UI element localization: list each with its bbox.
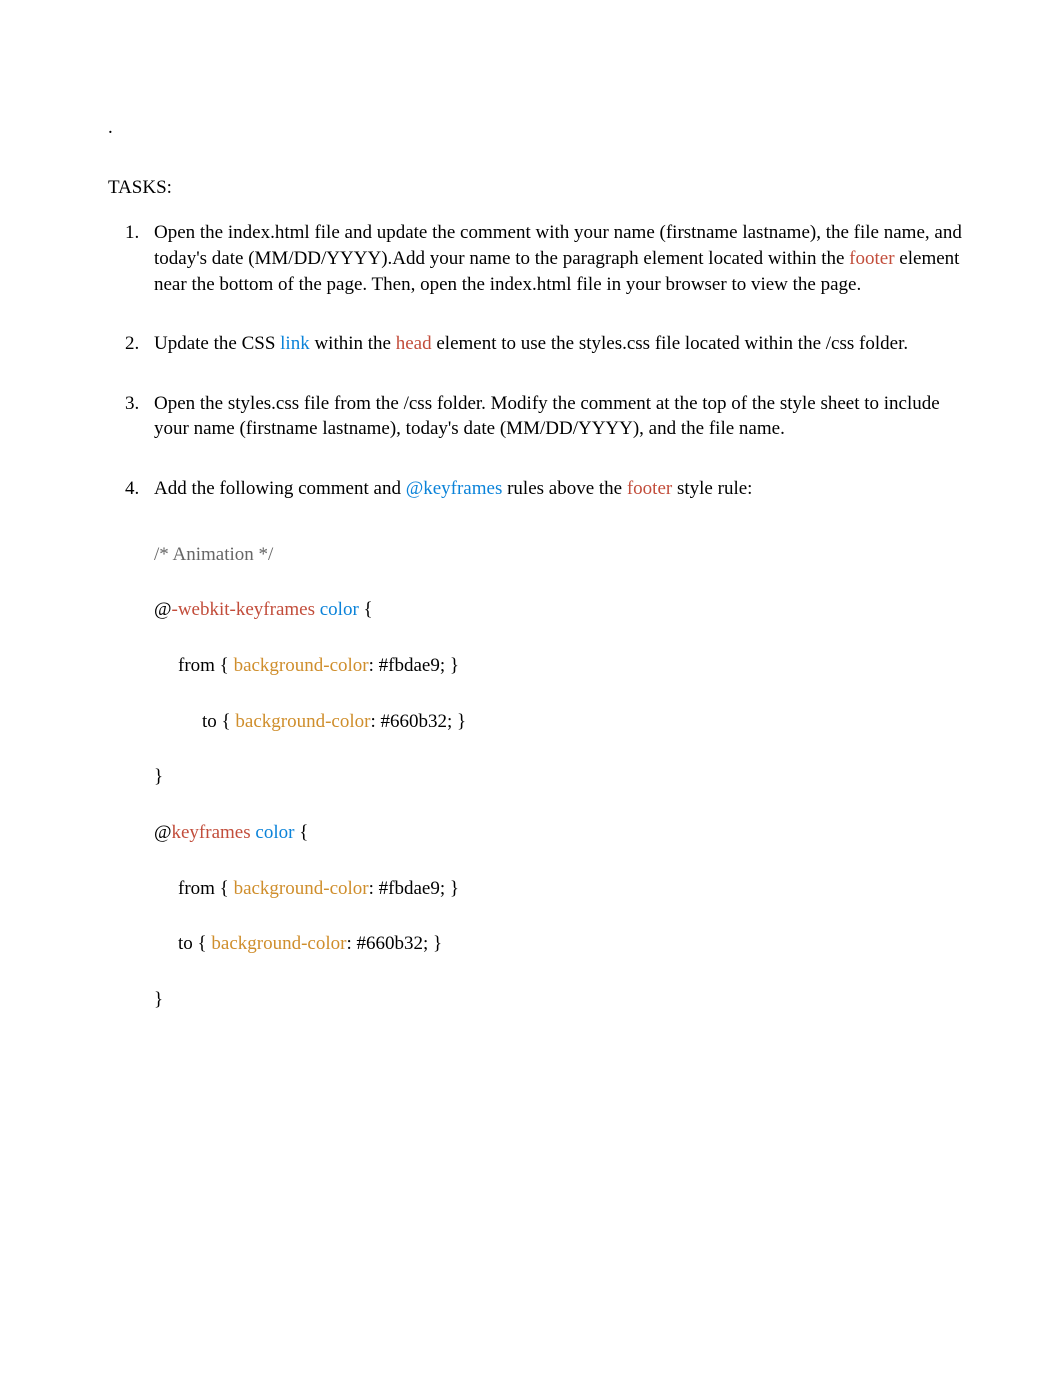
footer-keyword: footer xyxy=(627,478,672,499)
footer-keyword: footer xyxy=(849,248,894,269)
task-item-4: Add the following comment and @keyframes… xyxy=(144,476,962,1012)
code-text: from { xyxy=(178,655,234,676)
filename-token: styles.css xyxy=(228,393,299,414)
yourname-token: your name xyxy=(574,222,655,243)
code-text: from { xyxy=(178,878,234,899)
text: Update the CSS xyxy=(154,333,280,354)
code-atkeyword: keyframes xyxy=(172,822,251,843)
code-line: to { background-color: #660b32; } xyxy=(154,931,962,957)
code-text: : #fbdae9; } xyxy=(369,878,459,899)
text: (firstname lastname), the xyxy=(655,222,854,243)
text: (firstname lastname), xyxy=(235,418,406,439)
yourname-token: your name xyxy=(154,418,235,439)
code-line: /* Animation */ xyxy=(154,542,962,568)
code-text: { xyxy=(294,822,308,843)
code-line: from { background-color: #fbdae9; } xyxy=(154,876,962,902)
code-line: } xyxy=(154,987,962,1013)
code-text: } xyxy=(154,989,163,1010)
code-line: @-webkit-keyframes color { xyxy=(154,597,962,623)
code-ident: color xyxy=(320,599,359,620)
text: (MM/DD/YYYY).Add your name to the paragr… xyxy=(243,248,849,269)
filename-token: file name xyxy=(709,418,780,439)
text: , and xyxy=(925,222,962,243)
text: file in your browser to view the page. xyxy=(572,274,862,295)
code-property: background-color xyxy=(235,711,370,732)
date-token: today's date xyxy=(154,248,243,269)
link-keyword: link xyxy=(280,333,310,354)
code-text: to { xyxy=(202,711,235,732)
code-ident: color xyxy=(255,822,294,843)
task-item-3: Open the styles.css file from the /css f… xyxy=(144,391,962,442)
code-line: from { background-color: #fbdae9; } xyxy=(154,653,962,679)
task-item-2: Update the CSS link within the head elem… xyxy=(144,331,962,357)
text: Open the xyxy=(154,222,228,243)
text: element to use the xyxy=(432,333,579,354)
text: file from the xyxy=(299,393,403,414)
filename-token: index.html xyxy=(490,274,572,295)
head-keyword: head xyxy=(396,333,432,354)
date-token: today's date xyxy=(406,418,495,439)
text: folder. Modify the comment at the top of… xyxy=(432,393,940,414)
text: Open the xyxy=(154,393,228,414)
filename-token: styles.css xyxy=(579,333,650,354)
text: file located within the xyxy=(650,333,826,354)
keyframes-keyword: @keyframes xyxy=(406,478,503,499)
text: file and update the comment with xyxy=(310,222,574,243)
code-line: } xyxy=(154,764,962,790)
text: folder. xyxy=(854,333,908,354)
code-text: : #660b32; } xyxy=(346,933,442,954)
code-text: : #660b32; } xyxy=(370,711,466,732)
text: (MM/DD/YYYY), and the xyxy=(495,418,709,439)
task-item-1: Open the index.html file and update the … xyxy=(144,220,962,297)
code-text: @ xyxy=(154,822,172,843)
code-text: } xyxy=(154,766,163,787)
text: . xyxy=(780,418,785,439)
code-property: background-color xyxy=(234,878,369,899)
code-line: @keyframes color { xyxy=(154,820,962,846)
code-text: to { xyxy=(178,933,211,954)
filename-token: file name xyxy=(854,222,925,243)
folder-token: /css xyxy=(404,393,433,414)
code-line: to { background-color: #660b32; } xyxy=(154,709,962,735)
document-page: . TASKS: Open the index.html file and up… xyxy=(0,0,1062,1377)
text: Add the following comment and xyxy=(154,478,406,499)
code-block: /* Animation */ @-webkit-keyframes color… xyxy=(154,542,962,1013)
code-text: @ xyxy=(154,599,172,620)
tasks-heading: TASKS: xyxy=(108,175,962,201)
code-property: background-color xyxy=(211,933,346,954)
code-property: background-color xyxy=(234,655,369,676)
code-comment: /* Animation */ xyxy=(154,544,273,565)
code-atkeyword: -webkit-keyframes xyxy=(172,599,316,620)
text: rules above the xyxy=(502,478,627,499)
code-text: { xyxy=(359,599,373,620)
folder-token: /css xyxy=(826,333,855,354)
code-text: : #fbdae9; } xyxy=(369,655,459,676)
lead-dot: . xyxy=(108,115,962,141)
text: style rule: xyxy=(672,478,752,499)
filename-token: index.html xyxy=(228,222,310,243)
text: within the xyxy=(310,333,396,354)
tasks-list: Open the index.html file and update the … xyxy=(144,220,962,1012)
